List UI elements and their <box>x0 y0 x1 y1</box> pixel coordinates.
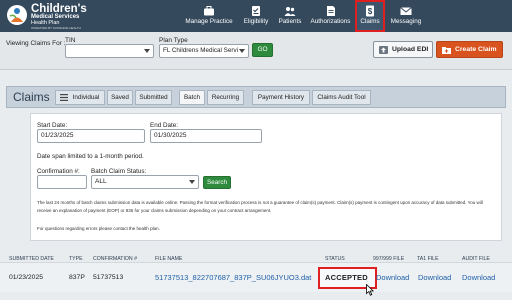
upload-edi-label: Upload EDI <box>392 46 429 53</box>
file-name-link[interactable]: 51737513_822707687_837P_SU06JYUO3.dat <box>155 273 311 282</box>
batch-status-value: ALL <box>95 178 107 185</box>
download-997-link[interactable]: Download <box>376 273 409 282</box>
briefcase-icon <box>204 6 214 16</box>
plan-type-value: FL Childrens Medical Servi <box>163 47 239 54</box>
top-navigation-bar: Children's Medical Services Health Plan … <box>0 0 512 32</box>
chevron-down-icon <box>239 49 245 53</box>
envelope-icon <box>400 7 412 15</box>
mouse-cursor-icon <box>366 284 374 296</box>
nav-eligibility[interactable]: Eligibility <box>238 0 274 32</box>
nav-manage-practice[interactable]: Manage Practice <box>183 0 235 32</box>
nav-label: Patients <box>278 18 302 25</box>
tab-recurring[interactable]: Recurring <box>207 90 244 105</box>
people-icon <box>284 7 296 16</box>
childrens-logo-icon <box>7 5 27 25</box>
nav-authorizations[interactable]: Authorizations <box>308 0 353 32</box>
confirmation-input[interactable] <box>37 175 87 189</box>
tin-select[interactable] <box>65 44 154 58</box>
nav-claims[interactable]: $ Claims <box>355 0 385 32</box>
start-date-value: 01/23/2025 <box>41 132 74 139</box>
cell-confirmation: 51737513 <box>93 274 124 281</box>
upload-icon <box>379 46 388 54</box>
download-ta1-link[interactable]: Download <box>418 273 451 282</box>
cell-submitted-date: 01/23/2025 <box>9 274 44 281</box>
disclaimer-text: The last 24 months of batch claims submi… <box>37 200 483 213</box>
document-icon <box>326 6 335 16</box>
nav-label: Eligibility <box>243 18 269 25</box>
nav-patients[interactable]: Patients <box>275 0 305 32</box>
start-date-label: Start Date: <box>37 122 68 129</box>
nav-label: Authorizations <box>310 18 351 25</box>
confirmation-label: Confirmation #: <box>37 168 80 175</box>
end-date-value: 01/30/2025 <box>154 132 187 139</box>
plan-type-select[interactable]: FL Childrens Medical Servi <box>159 44 249 58</box>
batch-status-label: Batch Claim Status: <box>91 168 147 175</box>
checklist-icon <box>252 6 260 16</box>
logo[interactable]: Children's Medical Services Health Plan … <box>6 3 96 30</box>
tab-individual[interactable]: Individual <box>55 90 105 105</box>
claims-title: Claims <box>13 90 50 104</box>
chevron-down-icon <box>189 180 195 184</box>
tab-saved[interactable]: Saved <box>107 90 133 105</box>
tab-claims-audit-tool[interactable]: Claims Audit Tool <box>312 90 371 105</box>
menu-icon <box>60 94 68 101</box>
nav-messaging[interactable]: Messaging <box>388 0 424 32</box>
tab-label: Individual <box>72 94 100 101</box>
end-date-input[interactable]: 01/30/2025 <box>150 129 262 143</box>
nav-label: Messaging <box>390 18 422 25</box>
cell-type: 837P <box>69 274 85 281</box>
dollar-doc-icon: $ <box>366 5 374 17</box>
batch-status-select[interactable]: ALL <box>91 175 199 189</box>
plan-type-label: Plan Type <box>159 37 188 44</box>
date-span-note: Date span limited to a 1-month period. <box>37 153 144 160</box>
download-audit-link[interactable]: Download <box>462 273 495 282</box>
nav-label: Manage Practice <box>185 18 233 25</box>
search-button[interactable]: Search <box>203 176 231 189</box>
upload-edi-button[interactable]: Upload EDI <box>373 41 433 58</box>
start-date-input[interactable]: 01/23/2025 <box>37 129 145 143</box>
end-date-label: End Date: <box>150 122 179 129</box>
svg-text:$: $ <box>368 7 373 16</box>
tab-submitted[interactable]: Submitted <box>135 90 172 105</box>
create-claim-button[interactable]: Create Claim <box>436 41 503 58</box>
chevron-down-icon <box>144 49 150 53</box>
help-text: For questions regarding errors please co… <box>37 226 160 231</box>
claims-tab-bar: Claims Individual Saved Submitted Batch … <box>6 86 506 108</box>
status-badge: ACCEPTED <box>325 273 368 282</box>
nav-label: Claims <box>360 18 380 25</box>
tin-label: TIN <box>65 37 76 44</box>
folder-plus-icon <box>442 47 451 54</box>
logo-tagline: OPERATED BY SUNSHINE HEALTH <box>31 26 81 30</box>
tab-payment-history[interactable]: Payment History <box>252 90 310 105</box>
go-button[interactable]: GO <box>252 43 273 57</box>
create-claim-label: Create Claim <box>455 46 497 53</box>
viewing-claims-label: Viewing Claims For : <box>6 40 66 47</box>
tab-batch[interactable]: Batch <box>179 90 205 105</box>
